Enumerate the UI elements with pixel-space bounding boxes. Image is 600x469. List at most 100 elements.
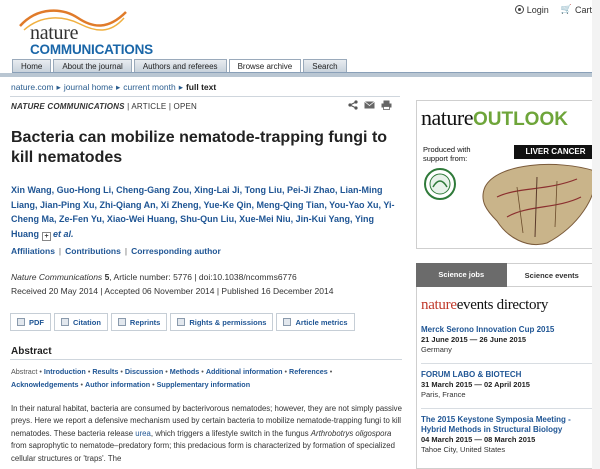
citation-label: Citation: [73, 317, 101, 327]
nature-communications-logo[interactable]: nature COMMUNICATIONS: [12, 4, 162, 57]
abstract-heading: Abstract: [11, 346, 52, 357]
toc-references[interactable]: References: [289, 367, 328, 376]
expand-authors-icon[interactable]: +: [42, 231, 51, 241]
login-icon: [514, 5, 524, 14]
cart-label: Cart: [574, 4, 592, 15]
events-heading-directory: events directory: [456, 297, 549, 313]
event-item: FORUM LABO & BIOTECH 31 March 2015 — 02 …: [421, 370, 596, 400]
breadcrumb-journal-home[interactable]: journal home: [64, 82, 113, 92]
main-nav: Home About the journal Authors and refer…: [12, 59, 600, 73]
open-access-label: OPEN: [173, 102, 198, 111]
nav-underline: [0, 73, 600, 77]
rights-label: Rights & permissions: [189, 317, 267, 327]
tab-about-journal[interactable]: About the journal: [53, 59, 132, 72]
reprints-icon: [117, 318, 126, 326]
author-list: Xin Wang, Guo-Hong Li, Cheng-Gang Zou, X…: [11, 183, 403, 241]
event-place: Germany: [421, 345, 452, 354]
divider: [421, 408, 595, 409]
toc-acknowledgements[interactable]: Acknowledgements: [11, 380, 79, 389]
toc-supplementary-information[interactable]: Supplementary information: [157, 380, 250, 389]
pdf-label: PDF: [29, 317, 44, 327]
events-heading: natureevents directory: [421, 297, 548, 314]
species-name: Arthrobotrys oligospora: [310, 428, 392, 438]
event-item: The 2015 Keystone Symposia Meeting - Hyb…: [421, 415, 596, 455]
abstract-text-part: , which triggers a lifestyle switch in t…: [150, 428, 311, 438]
toc-label: Abstract: [11, 367, 38, 376]
cart-icon: 🛒: [560, 4, 572, 14]
event-date: 04 March 2015 — 08 March 2015: [421, 435, 536, 444]
toc-additional-information[interactable]: Additional information: [206, 367, 283, 376]
ad-brand-nature: nature: [421, 105, 473, 130]
rights-button[interactable]: Rights & permissions: [170, 313, 274, 331]
pdf-button[interactable]: PDF: [10, 313, 51, 331]
metrics-icon: [283, 318, 292, 326]
contributions-link[interactable]: Contributions: [65, 246, 121, 256]
ad-produced-label: Produced with: [423, 145, 471, 154]
citation-line: Nature Communications 5, Article number:…: [11, 272, 297, 282]
publication-dates: Received 20 May 2014 | Accepted 06 Novem…: [11, 286, 334, 296]
citation-doi: doi:10.1038/ncomms6776: [198, 272, 297, 282]
divider: [10, 359, 402, 360]
ad-produced-with: Produced with support from:: [423, 145, 471, 163]
share-tools: [348, 100, 392, 110]
cart-link[interactable]: 🛒 Cart: [561, 4, 592, 15]
ad-brand: natureOUTLOOK: [421, 105, 568, 131]
event-title[interactable]: The 2015 Keystone Symposia Meeting - Hyb…: [421, 415, 596, 435]
corresponding-author-link[interactable]: Corresponding author: [131, 246, 221, 256]
event-item: Merck Serono Innovation Cup 2015 21 June…: [421, 325, 596, 355]
affiliations-link[interactable]: Affiliations: [11, 246, 55, 256]
toc-results[interactable]: Results: [92, 367, 118, 376]
breadcrumb-nature-com[interactable]: nature.com: [11, 82, 54, 92]
tab-science-jobs[interactable]: Science jobs: [416, 263, 507, 287]
et-al-link[interactable]: et al.: [53, 229, 74, 239]
citation-button[interactable]: Citation: [54, 313, 108, 331]
toc-introduction[interactable]: Introduction: [44, 367, 86, 376]
article-meta: NATURE COMMUNICATIONS | ARTICLE | OPEN: [11, 102, 198, 111]
divider: [10, 96, 400, 97]
citation-journal: Nature Communications: [11, 272, 103, 282]
events-heading-nature: nature: [421, 297, 457, 313]
events-directory: natureevents directory Merck Serono Inno…: [416, 287, 598, 469]
metrics-label: Article metrics: [295, 317, 348, 327]
author-links: Affiliations | Contributions | Corresponding…: [11, 246, 221, 256]
tab-search[interactable]: Search: [303, 59, 347, 72]
pdf-icon: [17, 318, 25, 326]
reprints-label: Reprints: [129, 317, 161, 327]
tab-home[interactable]: Home: [12, 59, 52, 72]
event-title[interactable]: FORUM LABO & BIOTECH: [421, 370, 596, 380]
print-icon[interactable]: [381, 100, 392, 110]
breadcrumb-current: full text: [185, 82, 217, 92]
toc-methods[interactable]: Methods: [170, 367, 200, 376]
tab-science-events[interactable]: Science events: [506, 263, 598, 287]
event-date: 21 June 2015 — 26 June 2015: [421, 335, 527, 344]
login-link[interactable]: Login: [514, 4, 549, 15]
article-type: ARTICLE: [131, 102, 167, 111]
metrics-button[interactable]: Article metrics: [276, 313, 355, 331]
ad-support-label: support from:: [423, 154, 468, 163]
top-links: Login 🛒 Cart: [514, 4, 592, 15]
citation-icon: [61, 318, 69, 326]
nature-outlook-ad[interactable]: natureOUTLOOK Produced with support from:…: [416, 100, 598, 249]
rights-icon: [177, 318, 186, 326]
abstract-text: In their natural habitat, bacteria are c…: [11, 403, 403, 465]
logo-communications-text: COMMUNICATIONS: [30, 42, 153, 57]
tab-browse-archive[interactable]: Browse archive: [228, 59, 302, 72]
reprints-button[interactable]: Reprints: [110, 313, 168, 331]
breadcrumb-current-month[interactable]: current month: [123, 82, 175, 92]
abstract-text-part: from saprophytic to nematode–predatory f…: [11, 441, 395, 463]
toc-author-information[interactable]: Author information: [85, 380, 150, 389]
journal-name: NATURE COMMUNICATIONS: [11, 102, 125, 111]
event-title[interactable]: Merck Serono Innovation Cup 2015: [421, 325, 596, 335]
ad-brand-outlook: OUTLOOK: [472, 109, 568, 130]
page-scrollbar[interactable]: [592, 0, 600, 469]
share-icon[interactable]: [348, 100, 358, 110]
jobs-events-tabs: Science jobs Science events: [416, 263, 598, 287]
citation-article-number: , Article number: 5776: [109, 272, 192, 282]
urea-link[interactable]: urea: [135, 429, 151, 438]
event-date: 31 March 2015 — 02 April 2015: [421, 380, 530, 389]
toc-discussion[interactable]: Discussion: [125, 367, 163, 376]
email-icon[interactable]: [364, 100, 375, 110]
article-title: Bacteria can mobilize nematode-trapping …: [11, 129, 388, 166]
tab-authors-referees[interactable]: Authors and referees: [133, 59, 227, 72]
login-label: Login: [526, 4, 549, 15]
